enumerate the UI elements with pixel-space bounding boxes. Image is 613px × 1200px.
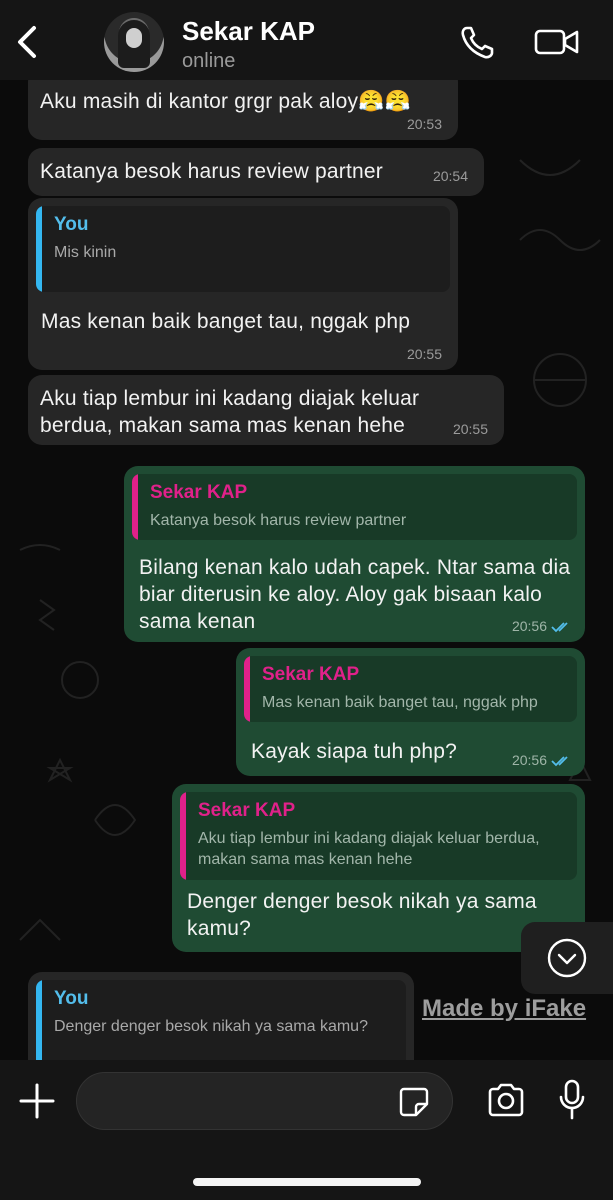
camera-icon[interactable] <box>486 1082 526 1118</box>
message-bubble-incoming[interactable]: Aku masih di kantor grgr pak aloy😤😤 20:5… <box>28 80 458 140</box>
quote-text: Mis kinin <box>54 244 117 261</box>
message-text: Denger denger besok nikah ya sama kamu? <box>187 890 537 940</box>
message-time: 20:54 <box>432 168 468 184</box>
quote-author: Sekar KAP <box>198 800 296 821</box>
chat-header: Sekar KAP online <box>0 0 613 80</box>
quote-author: Sekar KAP <box>150 482 248 503</box>
message-bubble-outgoing[interactable]: Sekar KAP Mas kenan baik banget tau, ngg… <box>236 648 585 776</box>
quoted-reply[interactable]: You Mis kinin <box>36 206 450 292</box>
message-time: 20:56 <box>511 752 547 768</box>
message-text: Aku tiap lembur ini kadang diajak keluar… <box>40 387 420 437</box>
watermark: Made by iFake <box>422 995 587 1022</box>
message-input[interactable] <box>76 1072 453 1130</box>
plus-icon[interactable] <box>18 1082 56 1120</box>
message-time: 20:55 <box>452 421 488 437</box>
read-receipt-icon <box>551 756 568 767</box>
chevron-down-circle-icon <box>547 938 587 978</box>
message-text: Mas kenan baik banget tau, nggak php <box>41 310 411 333</box>
chat-area[interactable]: Aku masih di kantor grgr pak aloy😤😤 20:5… <box>0 80 613 1060</box>
message-text: Aku masih di kantor grgr pak aloy😤😤 <box>40 90 411 113</box>
message-bubble-incoming[interactable]: You Denger denger besok nikah ya sama ka… <box>28 972 414 1060</box>
composer-bar <box>0 1060 613 1200</box>
message-time: 20:53 <box>406 116 442 132</box>
message-bubble-incoming[interactable]: Katanya besok harus review partner 20:54 <box>28 148 484 196</box>
quoted-reply[interactable]: Sekar KAP Aku tiap lembur ini kadang dia… <box>180 792 577 880</box>
quoted-reply[interactable]: Sekar KAP Katanya besok harus review par… <box>132 474 577 540</box>
quote-author: Sekar KAP <box>262 664 360 685</box>
quote-text: Katanya besok harus review partner <box>150 512 407 529</box>
contact-status: online <box>182 50 236 72</box>
message-text: Katanya besok harus review partner <box>40 160 383 183</box>
quote-author: You <box>54 988 89 1009</box>
video-camera-icon[interactable] <box>532 22 580 62</box>
message-time: 20:55 <box>406 346 442 362</box>
message-bubble-outgoing[interactable]: Sekar KAP Katanya besok harus review par… <box>124 466 585 642</box>
message-bubble-incoming[interactable]: Aku tiap lembur ini kadang diajak keluar… <box>28 375 504 445</box>
quote-author: You <box>54 214 89 235</box>
sticker-icon[interactable] <box>398 1086 430 1118</box>
quote-text: Denger denger besok nikah ya sama kamu? <box>54 1018 368 1035</box>
scroll-to-bottom-button[interactable] <box>521 922 613 994</box>
quote-text: Aku tiap lembur ini kadang diajak keluar… <box>198 830 540 868</box>
quoted-reply[interactable]: Sekar KAP Mas kenan baik banget tau, ngg… <box>244 656 577 722</box>
contact-name[interactable]: Sekar KAP <box>182 16 315 47</box>
quoted-reply[interactable]: You Denger denger besok nikah ya sama ka… <box>36 980 406 1060</box>
back-chevron-icon[interactable] <box>12 22 44 62</box>
message-bubble-incoming[interactable]: You Mis kinin Mas kenan baik banget tau,… <box>28 198 458 370</box>
avatar[interactable] <box>104 12 164 72</box>
quote-text: Mas kenan baik banget tau, nggak php <box>262 694 538 711</box>
message-time: 20:56 <box>511 618 547 634</box>
read-receipt-icon <box>551 622 568 633</box>
microphone-icon[interactable] <box>556 1078 588 1122</box>
phone-icon[interactable] <box>456 22 504 62</box>
home-indicator <box>193 1178 421 1186</box>
